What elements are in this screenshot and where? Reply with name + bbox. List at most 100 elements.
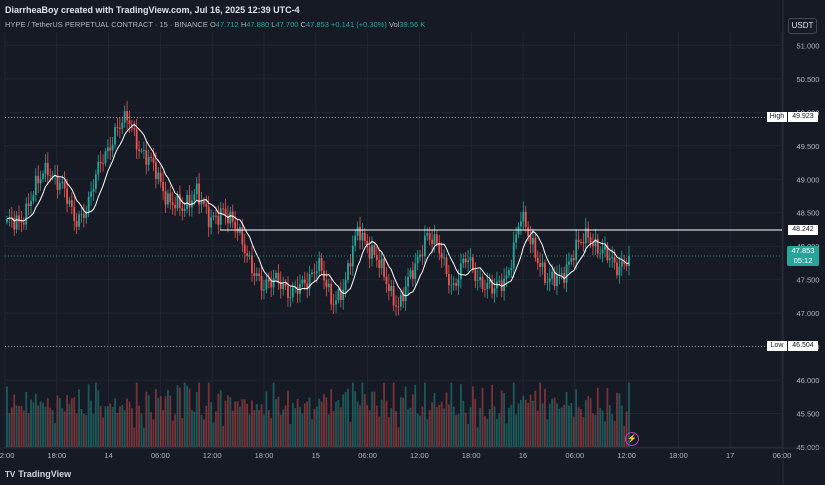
volume-bar: [219, 390, 222, 447]
volume-bar: [339, 407, 342, 447]
volume-bar: [544, 389, 546, 447]
tradingview-logo[interactable]: TV TradingView: [5, 469, 71, 479]
volume-bar: [356, 401, 359, 447]
candle-body: [589, 237, 592, 244]
low-value: 47.700: [275, 20, 299, 29]
volume-bar: [27, 413, 30, 447]
chart-svg[interactable]: 45.00045.50046.00046.50047.00047.50048.0…: [0, 0, 825, 485]
volume-bar: [371, 391, 373, 447]
y-tick-label: 47.000: [797, 309, 820, 318]
volume-bar: [383, 382, 385, 447]
candle-body: [323, 270, 325, 281]
x-tick-label: 16: [519, 451, 527, 460]
candle-body: [464, 258, 467, 263]
volume-bar: [94, 382, 97, 447]
candle-body: [147, 157, 150, 165]
candle-body: [359, 226, 361, 241]
candle-body: [325, 280, 328, 288]
volume-bar: [426, 419, 429, 447]
volume-bar: [275, 399, 277, 447]
candle-body: [179, 194, 181, 208]
volume-bar: [104, 406, 107, 447]
candle-body: [520, 221, 522, 227]
volume-bar: [174, 414, 177, 447]
candle-body: [301, 279, 304, 284]
candle-body: [46, 162, 49, 176]
chart-area[interactable]: 45.00045.50046.00046.50047.00047.50048.0…: [0, 0, 825, 485]
volume-bar: [121, 405, 124, 447]
close-value: 47.853: [305, 20, 329, 29]
tv-logo-icon: TV: [5, 470, 16, 479]
lightning-icon[interactable]: ⚡: [625, 432, 639, 446]
x-tick-label: 15: [312, 451, 320, 460]
candle-body: [570, 258, 573, 262]
volume-bar: [246, 403, 249, 447]
last-price-badge: 47.853 05:12: [787, 246, 819, 267]
candle-body: [383, 258, 385, 277]
candle-body: [39, 178, 42, 184]
candle-body: [620, 261, 623, 267]
candle-body: [541, 262, 544, 268]
candle-body: [404, 286, 407, 302]
volume-bar: [500, 390, 503, 447]
candle-body: [154, 162, 157, 180]
candle-body: [522, 211, 525, 222]
candle-body: [452, 283, 455, 285]
candle-body: [63, 181, 66, 189]
volume-bar: [522, 395, 525, 447]
candle-body: [371, 245, 373, 259]
volume-bar: [303, 403, 306, 447]
volume-bar: [37, 405, 40, 447]
candle-body: [486, 282, 489, 290]
volume-bar: [236, 401, 239, 447]
candle-body: [320, 258, 323, 271]
candle-body: [577, 239, 580, 243]
volume-bar: [534, 390, 537, 447]
volume-bar: [484, 416, 486, 447]
logo-text: TradingView: [18, 469, 72, 479]
volume-bar: [447, 404, 450, 447]
candle-body: [512, 242, 515, 269]
candle-body: [347, 263, 349, 281]
candle-body: [582, 242, 585, 244]
volume-bar: [457, 414, 460, 447]
candle-body: [255, 273, 258, 277]
candle-body: [407, 276, 409, 287]
x-tick-label: 18:00: [462, 451, 481, 460]
volume-bar: [75, 413, 78, 447]
candle-body: [111, 144, 114, 151]
candle-body: [481, 277, 484, 290]
candle-body: [32, 194, 35, 201]
volume-bar: [620, 405, 623, 447]
volume-bar: [25, 391, 28, 447]
volume-bar: [162, 410, 165, 447]
volume-bar: [575, 389, 578, 447]
volume-bar: [399, 397, 402, 447]
candle-body: [539, 263, 542, 268]
volume-bar: [34, 393, 37, 447]
currency-button[interactable]: USDT: [788, 18, 817, 34]
volume-bar: [15, 405, 18, 447]
volume-bar: [582, 417, 585, 447]
candle-body: [121, 122, 124, 129]
volume-bar: [611, 414, 614, 447]
volume-bar: [476, 427, 479, 447]
candle-body: [508, 270, 510, 276]
volume-bar: [85, 415, 88, 447]
volume-bar: [416, 413, 419, 447]
volume-bar: [241, 399, 244, 447]
attribution-text: DiarrheaBoy created with TradingView.com…: [5, 5, 300, 15]
x-tick-label: 06:00: [151, 451, 170, 460]
candle-body: [416, 257, 419, 264]
volume-bar: [186, 385, 189, 447]
volume-bar: [315, 406, 318, 447]
candle-body: [37, 175, 40, 184]
volume-bar: [568, 405, 570, 447]
volume-bar: [402, 397, 405, 447]
symbol-title[interactable]: HYPE / TetherUS PERPETUAL CONTRACT · 15 …: [5, 20, 208, 29]
volume-bar: [496, 419, 498, 447]
volume-bar: [294, 407, 297, 447]
candle-body: [270, 281, 273, 288]
resistance-value: 48.242: [788, 224, 818, 235]
volume-bar: [351, 382, 354, 447]
